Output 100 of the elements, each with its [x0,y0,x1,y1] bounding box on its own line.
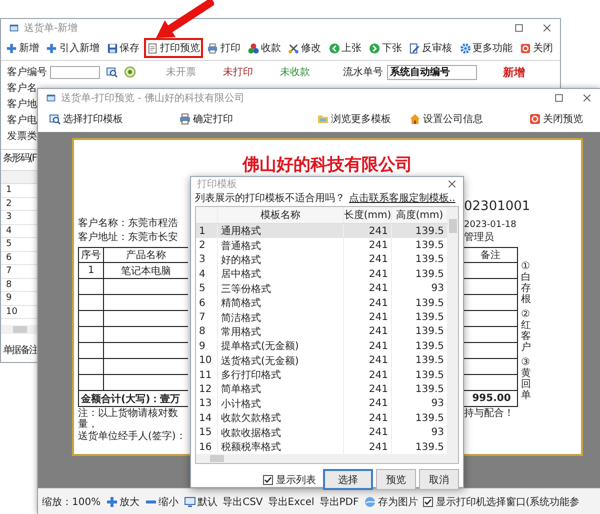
table-cell: 241 [368,326,388,338]
dialog-button[interactable]: 选择 [323,469,373,490]
close-icon[interactable] [582,92,592,102]
row-number: 7 [5,266,13,276]
date-text: 2023-01-18 [464,219,518,231]
toolbar-button[interactable]: 打印预览 [144,38,204,58]
table-cell: 15 [199,427,212,438]
horizontal-scrollbar[interactable] [196,454,458,464]
table-cell-text: 好的格式 [221,254,261,267]
close-icon[interactable] [447,179,457,189]
table-cell: 13 [199,398,212,410]
table-cell-text: 收款收据格式 [221,426,281,440]
total-amount: 995.00 [472,393,511,404]
gear-icon [460,42,471,54]
toolbar-button[interactable]: 存为图片 [364,494,418,508]
row-number: 10 [5,306,18,317]
table-cell-text: 普通格式 [221,240,261,253]
table-cell: 139.5 [415,340,444,352]
toolbar-button[interactable]: 更多功能 [456,38,516,58]
checkbox[interactable] [422,496,433,506]
toolbar-button[interactable]: 关闭 [516,38,556,58]
contact-link[interactable]: 点击联系客服定制模板.. [349,191,456,205]
toolbar-button[interactable]: 上张 [326,38,365,58]
toolbar-button[interactable]: 打印 [204,38,244,58]
maximize-icon[interactable] [514,22,524,32]
table-cell-text: 小计格式 [221,398,261,411]
table-cell-text: 简单格式 [221,382,261,396]
edit-icon [409,42,420,54]
table-cell: 3 [199,254,206,266]
table-cell: 241 [368,240,388,252]
table-cell: 241 [368,398,388,410]
field-label: 流水单号 [343,66,383,79]
table-cell: 241 [368,412,388,424]
toolbar-button[interactable]: 反审核 [406,38,456,58]
toolbar-button[interactable]: 默认 [184,494,218,508]
table-row[interactable]: 1 通用格式 241 139.5 [196,224,448,238]
table-cell: 11 [199,370,212,381]
window-icon [46,92,56,102]
toolbar-button[interactable]: 选择打印模板 [46,109,126,129]
field-label: 客户地 [7,98,37,111]
table-cell-text: 三等份格式 [221,282,271,296]
toolbar-button[interactable]: 修改 [285,38,324,58]
table-cell: 139.5 [415,412,444,424]
column-header: 高度(mm) [396,208,444,222]
table-cell: 139.5 [415,254,444,266]
table-cell: 241 [368,370,388,381]
customer-address-text: 客户地址：东莞市长安 [78,231,179,245]
toolbar-button[interactable]: 导出CSV [222,494,263,508]
table-cell: 139.5 [415,326,444,338]
table-cell: 139.5 [415,370,444,381]
toolbar-button[interactable]: 缩小 [144,494,179,508]
dialog-button[interactable]: 预览 [376,469,416,490]
row-number: 3 [5,212,13,222]
serial-number-field[interactable]: 系统自动编号 [387,64,477,80]
table-cell: 139.5 [415,298,444,309]
table-cell: 139.5 [415,268,444,280]
table-cell: 241 [368,268,388,280]
window-icon [9,22,19,32]
row-number: 4 [5,226,13,236]
table-cell: 139.5 [415,355,444,366]
vertical-scrollbar[interactable] [448,207,458,454]
customer-code-field[interactable] [50,66,100,78]
toolbar-button[interactable]: 收款 [244,38,284,58]
row-number: 5 [5,239,13,250]
table-cell-text: 提单格式(无金额) [221,340,299,354]
toolbar-button[interactable]: 导出Excel [268,494,314,508]
row-number: 1 [5,185,13,196]
toolbar-button[interactable]: 确定打印 [176,109,236,129]
table-cell: 241 [368,312,388,324]
table-cell: 241 [368,355,388,366]
circle-icon[interactable] [124,66,136,78]
table-cell: 1 [199,226,206,237]
toolbar-button[interactable]: 引入新增 [43,38,102,58]
toolbar-button[interactable]: 下张 [366,38,405,58]
table-cell: 241 [368,226,388,237]
table-cell: 241 [368,298,388,309]
toolbar-button[interactable]: 放大 [106,494,140,508]
checkbox[interactable] [263,474,273,485]
circles-icon [248,42,259,54]
customer-name-text: 客户名称：东莞市程浩 [78,217,179,231]
maximize-icon[interactable] [554,92,564,102]
toolbar-button[interactable]: 设置公司信息 [406,109,486,129]
toolbar-button[interactable]: 导出PDF [319,494,359,508]
close-icon [529,113,541,125]
checkbox-label: 显示列表 [276,474,316,487]
table-cell: 4 [199,268,206,280]
toolbar-button[interactable]: 保存 [104,38,143,58]
note-text: 注：以上货物请核对数量， [78,408,179,430]
folder-icon [317,113,329,125]
search-icon[interactable] [106,66,118,78]
globe-icon [364,496,376,508]
table-cell: 241 [368,384,388,395]
row-number: 8 [5,280,13,290]
toolbar-button[interactable]: 浏览更多模板 [314,109,394,129]
dialog-button[interactable]: 取消 [419,469,459,490]
toolbar-button[interactable]: 新增 [3,38,42,58]
tools-icon [288,42,300,54]
toolbar-button[interactable]: 关闭预览 [526,109,586,129]
close-icon [520,42,531,54]
close-icon[interactable] [542,22,552,32]
